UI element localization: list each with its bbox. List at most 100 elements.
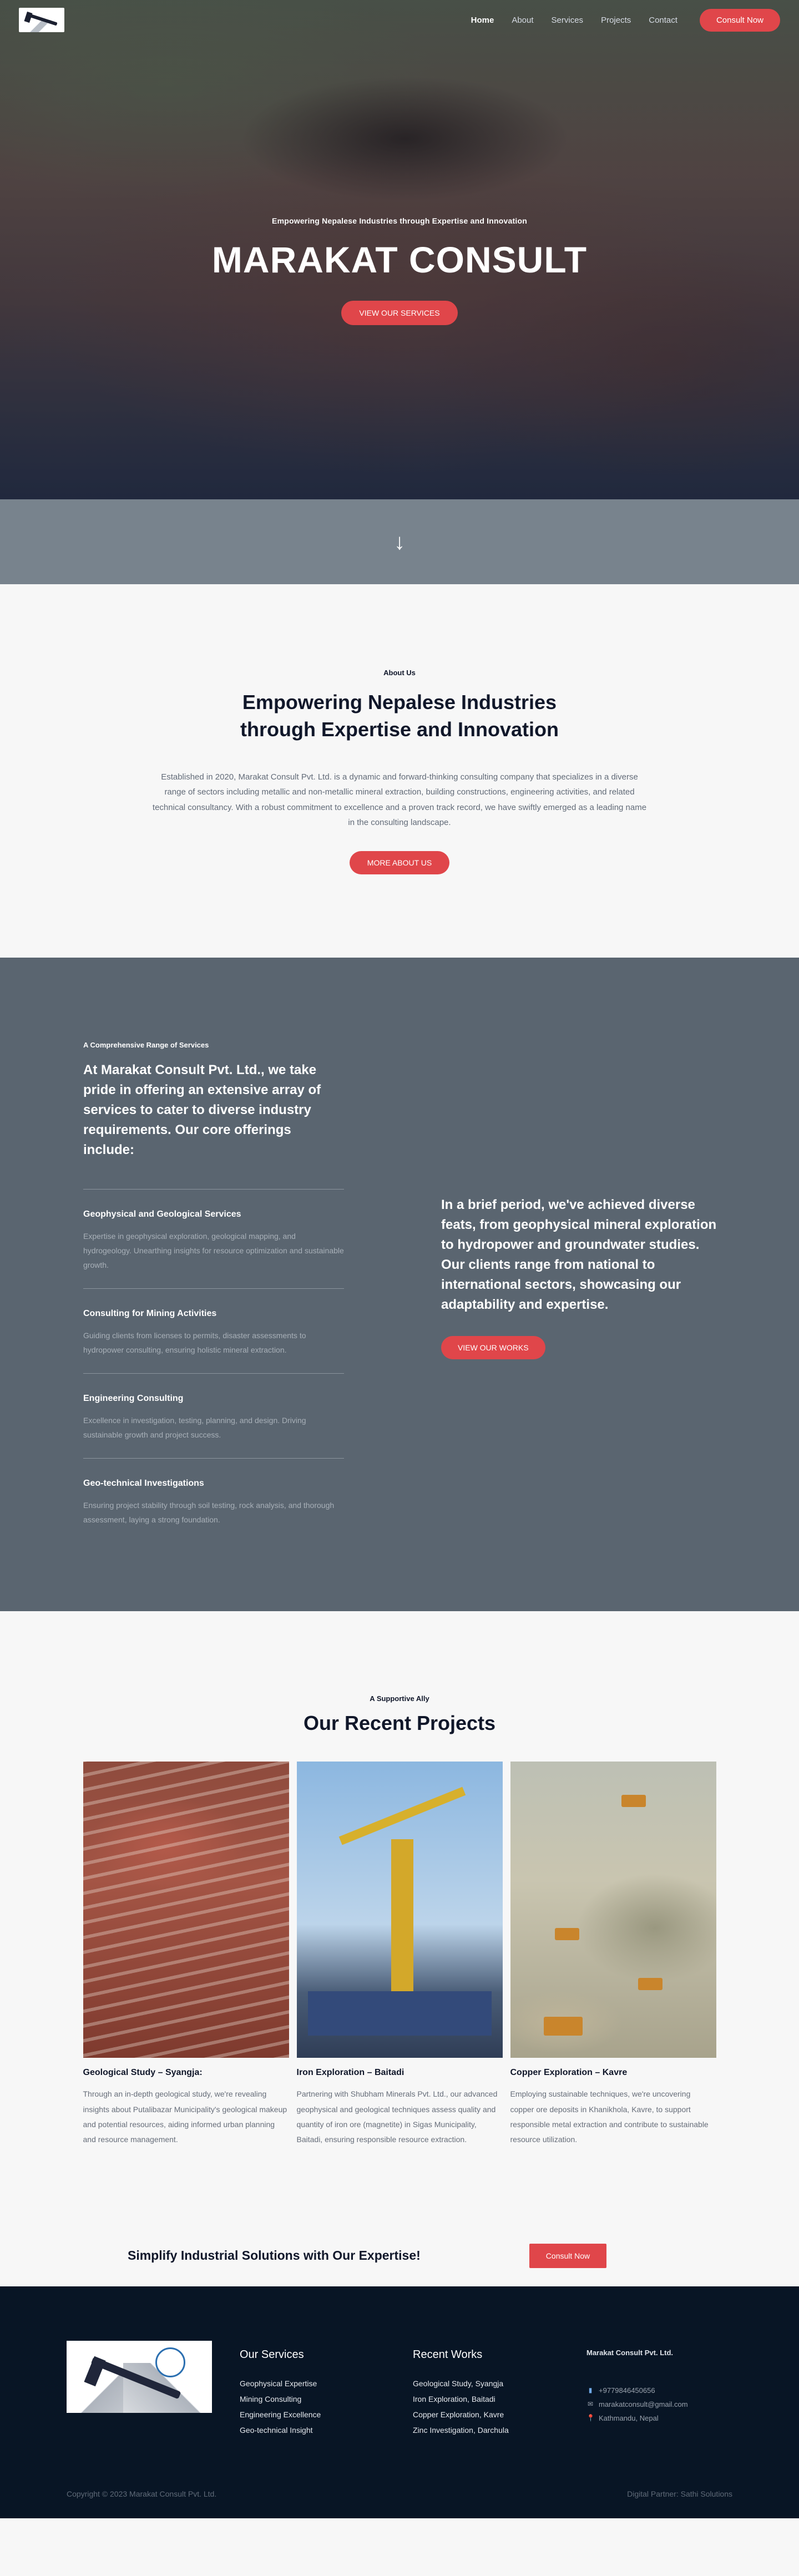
projects-heading: Our Recent Projects — [303, 1712, 496, 1735]
digital-partner-link[interactable]: Digital Partner: Sathi Solutions — [627, 2489, 732, 2498]
about-section: About Us Empowering Nepalese Industries … — [0, 584, 799, 958]
services-list: Geophysical and Geological Services Expe… — [83, 1189, 344, 1542]
truck-graphic — [638, 1978, 663, 1991]
services-left: A Comprehensive Range of Services At Mar… — [83, 1041, 344, 1542]
about-body: Established in 2020, Marakat Consult Pvt… — [152, 772, 647, 828]
crane-arm-graphic — [338, 1787, 466, 1845]
footer-email[interactable]: ✉ marakatconsult@gmail.com — [586, 2397, 688, 2411]
compass-icon — [155, 2347, 185, 2377]
consult-now-cta-button[interactable]: Consult Now — [529, 2243, 607, 2268]
more-about-button[interactable]: MORE ABOUT US — [349, 851, 450, 875]
crane-tower-graphic — [391, 1839, 413, 2006]
truck-graphic — [543, 2017, 583, 2036]
scroll-band: ↓ — [0, 499, 799, 584]
service-item: Geophysical and Geological Services Expe… — [83, 1189, 344, 1288]
top-navigation: Home About Services Projects Contact Con… — [0, 0, 799, 40]
service-title: Geophysical and Geological Services — [83, 1209, 241, 1219]
footer-services-title: Our Services — [240, 2348, 304, 2361]
project-title: Copper Exploration – Kavre — [510, 2068, 628, 2078]
nav-link-projects[interactable]: Projects — [601, 16, 649, 25]
projects-section: A Supportive Ally Our Recent Projects Ge… — [0, 1611, 799, 2225]
project-image-quarry[interactable] — [510, 1762, 716, 2058]
footer-work-link[interactable]: Copper Exploration, Kavre — [413, 2407, 509, 2422]
services-heading: At Marakat Consult Pvt. Ltd., we take pr… — [83, 1062, 321, 1158]
service-desc: Excellence in investigation, testing, pl… — [83, 1415, 306, 1439]
about-heading-line2: through Expertise and Innovation — [240, 717, 559, 741]
service-desc: Guiding clients from licenses to permits… — [83, 1331, 306, 1354]
footer-works-title: Recent Works — [413, 2348, 483, 2361]
truck-graphic — [554, 1928, 579, 1941]
nav-links: Home About Services Projects Contact Con… — [471, 8, 780, 32]
footer-work-link[interactable]: Zinc Investigation, Darchula — [413, 2422, 509, 2438]
truck-graphic — [621, 1795, 646, 1808]
project-image-crane[interactable] — [296, 1762, 503, 2058]
view-services-button[interactable]: VIEW OUR SERVICES — [341, 301, 458, 325]
email-text: marakatconsult@gmail.com — [599, 2400, 688, 2408]
footer-service-link[interactable]: Engineering Excellence — [240, 2407, 321, 2422]
service-desc: Ensuring project stability through soil … — [83, 1500, 335, 1524]
logo-mountain-graphic — [19, 20, 64, 32]
nav-link-about[interactable]: About — [512, 16, 551, 25]
footer-service-link[interactable]: Geophysical Expertise — [240, 2376, 321, 2391]
footer-work-link[interactable]: Geological Study, Syangja — [413, 2376, 509, 2391]
footer-services: Our Services Geophysical Expertise Minin… — [240, 2349, 321, 2438]
footer-company-name: Marakat Consult Pvt. Ltd. — [586, 2348, 674, 2357]
footer-works: Recent Works Geological Study, Syangja I… — [413, 2349, 509, 2438]
hero-content: Empowering Nepalese Industries through E… — [0, 216, 799, 325]
project-desc: Employing sustainable techniques, we're … — [510, 2089, 709, 2144]
hero-section: Home About Services Projects Contact Con… — [0, 0, 799, 499]
consult-now-nav-button[interactable]: Consult Now — [699, 8, 780, 32]
project-desc: Through an in-depth geological study, we… — [83, 2089, 287, 2144]
project-card[interactable]: Iron Exploration – Baitadi Partnering wi… — [296, 1762, 503, 2147]
services-section: A Comprehensive Range of Services At Mar… — [0, 958, 799, 1612]
cta-text: Simplify Industrial Solutions with Our E… — [128, 2248, 421, 2263]
phone-text: +9779846450656 — [599, 2386, 655, 2395]
about-heading: Empowering Nepalese Industries through E… — [0, 689, 799, 743]
footer-contact: Marakat Consult Pvt. Ltd. ▮ +977984645065… — [586, 2349, 688, 2425]
services-right: In a brief period, we've achieved divers… — [441, 1195, 719, 1360]
footer-service-link[interactable]: Geo-technical Insight — [240, 2422, 321, 2438]
mail-icon: ✉ — [587, 2400, 594, 2408]
arrow-down-icon[interactable]: ↓ — [394, 531, 405, 553]
cta-section: Simplify Industrial Solutions with Our E… — [0, 2225, 799, 2286]
project-card[interactable]: Copper Exploration – Kavre Employing sus… — [510, 1762, 716, 2147]
footer-work-link[interactable]: Iron Exploration, Baitadi — [413, 2391, 509, 2407]
footer-phone[interactable]: ▮ +9779846450656 — [586, 2383, 688, 2397]
project-image-rock[interactable] — [83, 1762, 289, 2058]
hero-subtitle: Empowering Nepalese Industries through E… — [272, 216, 527, 225]
service-title: Consulting for Mining Activities — [83, 1309, 217, 1319]
footer-address: 📍 Kathmandu, Nepal — [586, 2411, 688, 2425]
services-kicker: A Comprehensive Range of Services — [83, 1041, 209, 1050]
footer-service-link[interactable]: Mining Consulting — [240, 2391, 321, 2407]
projects-header: A Supportive Ally Our Recent Projects — [0, 1694, 799, 1735]
projects-grid: Geological Study – Syangja: Through an i… — [0, 1762, 799, 2147]
service-item: Consulting for Mining Activities Guiding… — [83, 1288, 344, 1373]
footer-bottom: Copyright © 2023 Marakat Consult Pvt. Lt… — [67, 2489, 732, 2498]
nav-link-home[interactable]: Home — [471, 16, 512, 25]
nav-link-contact[interactable]: Contact — [649, 16, 695, 25]
address-text: Kathmandu, Nepal — [599, 2413, 659, 2422]
location-pin-icon: 📍 — [586, 2413, 595, 2422]
project-title: Iron Exploration – Baitadi — [296, 2068, 404, 2078]
crane-base-graphic — [307, 1991, 492, 2036]
project-title: Geological Study – Syangja: — [83, 2068, 203, 2078]
achievements-heading: In a brief period, we've achieved divers… — [441, 1197, 717, 1313]
project-desc: Partnering with Shubham Minerals Pvt. Lt… — [296, 2089, 498, 2144]
service-desc: Expertise in geophysical exploration, ge… — [83, 1232, 344, 1270]
nav-link-services[interactable]: Services — [552, 16, 601, 25]
hero-title: MARAKAT CONSULT — [211, 239, 588, 280]
site-footer: Our Services Geophysical Expertise Minin… — [0, 2286, 799, 2518]
service-item: Engineering Consulting Excellence in inv… — [83, 1373, 344, 1458]
about-heading-line1: Empowering Nepalese Industries — [242, 691, 557, 713]
service-title: Geo-technical Investigations — [83, 1478, 204, 1488]
project-card[interactable]: Geological Study – Syangja: Through an i… — [83, 1762, 289, 2147]
site-logo[interactable] — [19, 8, 64, 32]
service-item: Geo-technical Investigations Ensuring pr… — [83, 1457, 344, 1543]
phone-icon: ▮ — [588, 2386, 593, 2394]
about-kicker: About Us — [383, 669, 416, 677]
view-works-button[interactable]: VIEW OUR WORKS — [441, 1336, 545, 1360]
footer-logo[interactable] — [67, 2340, 212, 2413]
projects-kicker: A Supportive Ally — [370, 1694, 429, 1703]
copyright-text: Copyright © 2023 Marakat Consult Pvt. Lt… — [67, 2489, 217, 2498]
service-title: Engineering Consulting — [83, 1393, 184, 1403]
